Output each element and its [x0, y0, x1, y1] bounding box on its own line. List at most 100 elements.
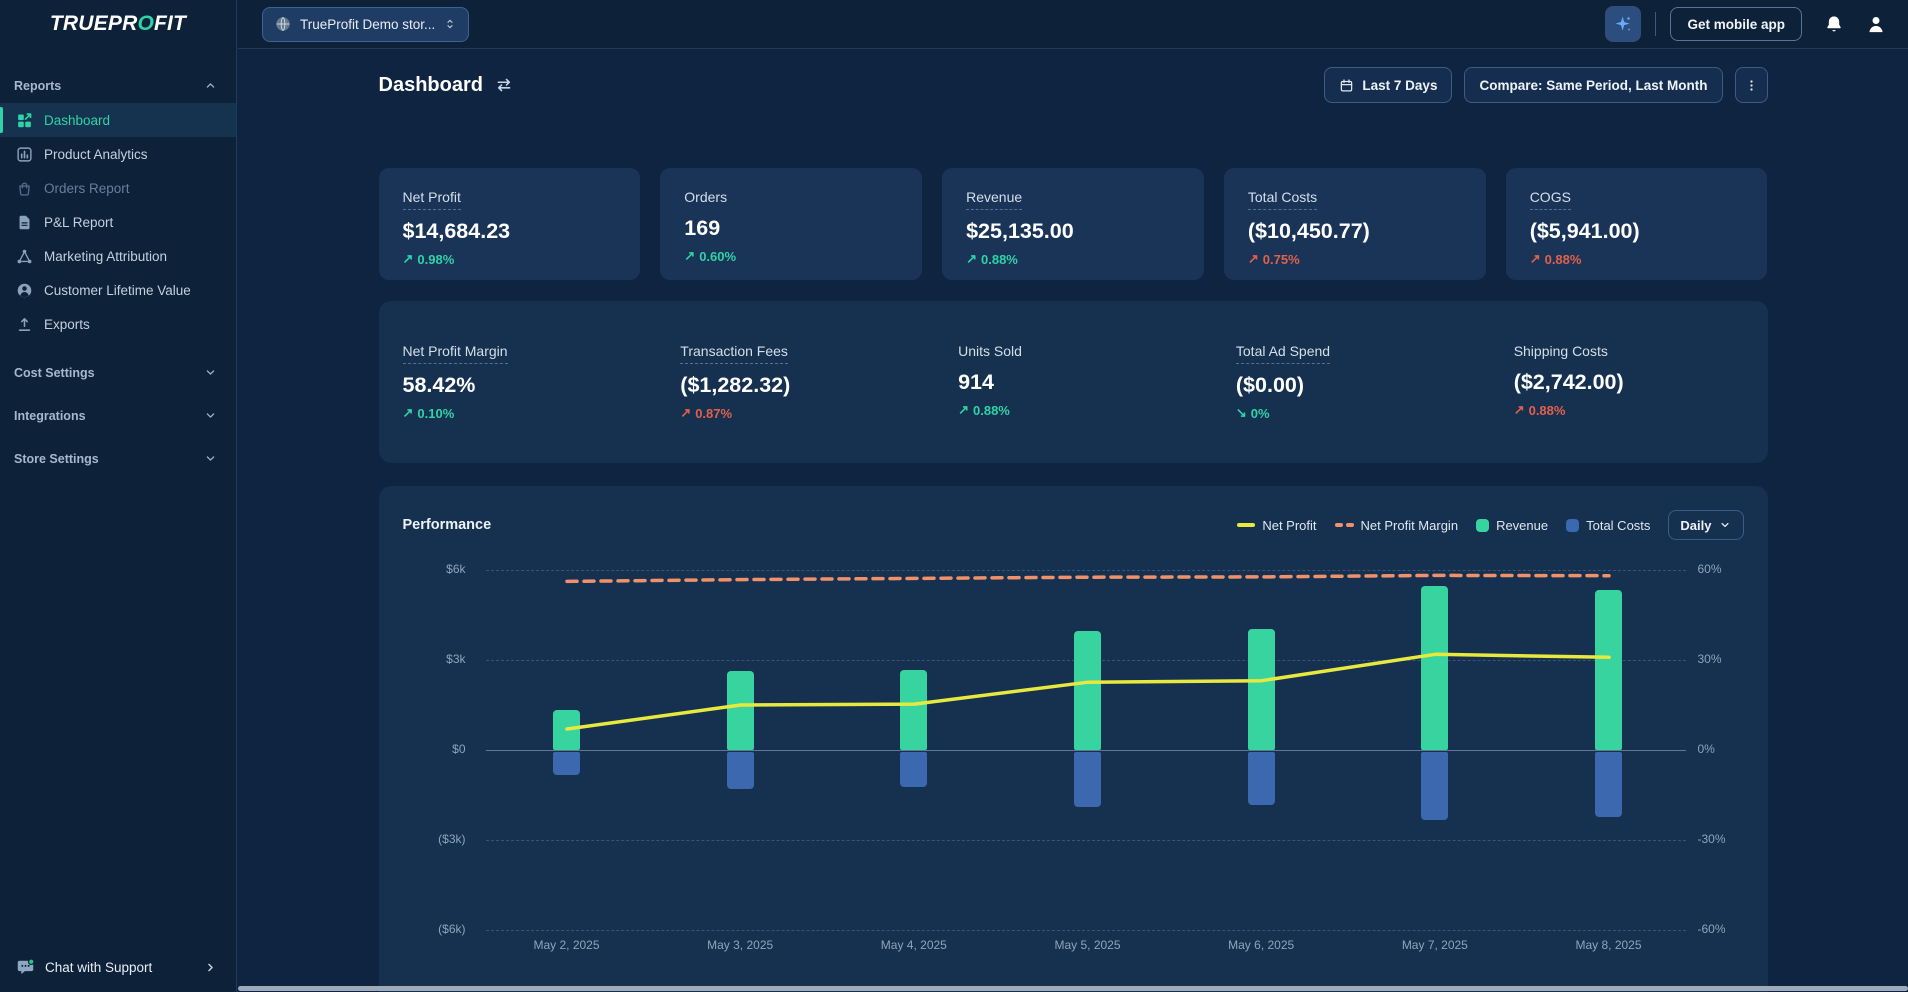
legend-item-total-costs[interactable]: Total Costs — [1566, 518, 1650, 533]
sidebar-section-label: Integrations — [14, 409, 86, 423]
metric-delta: ↗0.60% — [684, 248, 898, 264]
metric-delta: ↗0.88% — [966, 251, 1180, 267]
metric-delta-value: 0.87% — [695, 406, 732, 421]
metric-value: ($5,941.00) — [1530, 219, 1744, 244]
metric-card-revenue: Revenue $25,135.00 ↗0.88% — [942, 168, 1204, 280]
page-header: Dashboard Last 7 Days Compare: Same Peri… — [379, 67, 1768, 103]
metric-label[interactable]: Revenue — [966, 189, 1022, 210]
metric-label: Shipping Costs — [1514, 343, 1608, 359]
revenue-bar[interactable] — [727, 671, 754, 750]
store-selector[interactable]: TrueProfit Demo stor... — [262, 7, 469, 42]
arrow-up-right-icon: ↗ — [1248, 251, 1259, 267]
sidebar-nav: ReportsDashboardProduct Analytics Orders … — [0, 48, 236, 958]
metric-cards-row-2: Net Profit Margin58.42%↗0.10% Transaction… — [379, 343, 1768, 421]
sidebar-item-exports[interactable]: Exports — [0, 307, 236, 341]
metric-delta: ↗0.88% — [1514, 402, 1768, 418]
legend-label: Total Costs — [1586, 518, 1650, 533]
metric-delta: ↗ 0.87% — [680, 405, 934, 421]
legend-item-revenue[interactable]: Revenue — [1476, 518, 1548, 533]
sidebar-item-p-l-report[interactable]: P&L Report — [0, 205, 236, 239]
total-costs-bar[interactable] — [1421, 752, 1448, 820]
revenue-bar[interactable] — [1595, 590, 1622, 750]
chat-with-support[interactable]: Chat with Support — [0, 958, 236, 977]
total-costs-bar[interactable] — [1074, 752, 1101, 807]
x-axis-label: May 5, 2025 — [1028, 938, 1148, 952]
page-title: Dashboard — [379, 74, 483, 97]
total-costs-bar[interactable] — [1595, 752, 1622, 817]
sidebar-item-product-analytics[interactable]: Product Analytics — [0, 137, 236, 171]
revenue-bar[interactable] — [1248, 629, 1275, 750]
legend-square-swatch — [1566, 519, 1579, 532]
x-axis-label: May 4, 2025 — [854, 938, 974, 952]
ai-assistant-button[interactable] — [1605, 6, 1641, 42]
chat-bubble-icon — [16, 958, 35, 977]
compare-button[interactable]: Compare: Same Period, Last Month — [1464, 67, 1722, 103]
metric-delta-value: 0.88% — [981, 252, 1018, 267]
get-mobile-app-button[interactable]: Get mobile app — [1670, 7, 1802, 41]
date-range-button[interactable]: Last 7 Days — [1324, 67, 1452, 103]
sidebar-item-label: Orders Report — [44, 181, 130, 196]
metric-label[interactable]: Total Ad Spend — [1236, 343, 1330, 364]
revenue-bar[interactable] — [900, 670, 927, 750]
sidebar-section-reports[interactable]: Reports — [0, 70, 236, 101]
metric-value: $25,135.00 — [966, 219, 1180, 244]
legend-label: Net Profit Margin — [1361, 518, 1459, 533]
user-avatar[interactable] — [1866, 14, 1886, 34]
metric-card-cogs: COGS($5,941.00)↗0.88% — [1506, 168, 1768, 280]
metric-label[interactable]: Net Profit — [403, 189, 461, 210]
total-costs-bar[interactable] — [553, 752, 580, 775]
refresh-icon[interactable] — [495, 76, 513, 94]
revenue-bar[interactable] — [553, 710, 580, 751]
sidebar-section-integrations[interactable]: Integrations — [0, 394, 236, 437]
revenue-bar[interactable] — [1074, 631, 1101, 750]
total-costs-bar[interactable] — [900, 752, 927, 787]
sidebar-item-marketing-attribution[interactable]: Marketing Attribution — [0, 239, 236, 273]
topbar-divider — [1655, 12, 1656, 36]
metric-label[interactable]: Total Costs — [1248, 189, 1317, 210]
chart-legend: Net Profit Net Profit Margin Revenue Total … — [1237, 518, 1650, 533]
metric-value: ($2,742.00) — [1514, 370, 1768, 395]
legend-square-swatch — [1476, 519, 1489, 532]
legend-dashed-swatch — [1335, 523, 1354, 527]
sidebar-section-store-settings[interactable]: Store Settings — [0, 437, 236, 480]
shopping-bag-icon — [16, 180, 33, 197]
share-network-icon — [16, 248, 33, 265]
chart-title: Performance — [403, 517, 492, 533]
metric-card-net-profit: Net Profit$14,684.23↗0.98% — [379, 168, 641, 280]
metric-cards-row-1: Net Profit$14,684.23↗0.98% Orders 169 ↗0.60… — [379, 168, 1768, 280]
total-costs-bar[interactable] — [1248, 752, 1275, 805]
metric-value: 914 — [958, 370, 1212, 395]
metric-label[interactable]: Net Profit Margin — [403, 343, 508, 364]
sidebar-section-cost-settings[interactable]: Cost Settings — [0, 351, 236, 394]
x-axis-label: May 3, 2025 — [680, 938, 800, 952]
sidebar-item-orders-report[interactable]: Orders Report — [0, 171, 236, 205]
chevron-down-icon — [203, 408, 218, 423]
more-options-button[interactable] — [1735, 67, 1768, 103]
legend-item-net-profit[interactable]: Net Profit — [1237, 518, 1316, 533]
left-axis-label: ($6k) — [379, 922, 466, 936]
right-axis-label: -60% — [1698, 922, 1726, 936]
bell-icon[interactable] — [1824, 14, 1844, 34]
revenue-bar[interactable] — [1421, 586, 1448, 750]
metric-label[interactable]: Transaction Fees — [680, 343, 788, 364]
legend-item-net-profit-margin[interactable]: Net Profit Margin — [1335, 518, 1459, 533]
metric-delta-value: 0.88% — [1545, 252, 1582, 267]
upload-icon — [16, 316, 33, 333]
arrow-up-right-icon: ↗ — [680, 405, 691, 421]
legend-label: Net Profit — [1262, 518, 1316, 533]
sparkle-icon — [1613, 14, 1633, 34]
legend-line-swatch — [1237, 523, 1255, 527]
metric-label[interactable]: COGS — [1530, 189, 1571, 210]
granularity-dropdown[interactable]: Daily — [1668, 510, 1743, 540]
trueprofit-logo[interactable]: TRUEPROFIT — [50, 12, 186, 36]
metric-delta-value: 0.10% — [417, 406, 454, 421]
left-axis-label: $0 — [379, 742, 466, 756]
metric-value: 169 — [684, 216, 898, 241]
x-axis-label: May 8, 2025 — [1549, 938, 1669, 952]
total-costs-bar[interactable] — [727, 752, 754, 789]
metric-label: Orders — [684, 189, 727, 205]
sidebar-item-customer-lifetime-value[interactable]: Customer Lifetime Value — [0, 273, 236, 307]
metric-value: ($10,450.77) — [1248, 219, 1462, 244]
sidebar-item-dashboard[interactable]: Dashboard — [0, 103, 236, 137]
metric-card-net-profit-margin: Net Profit Margin58.42%↗0.10% — [379, 343, 657, 421]
